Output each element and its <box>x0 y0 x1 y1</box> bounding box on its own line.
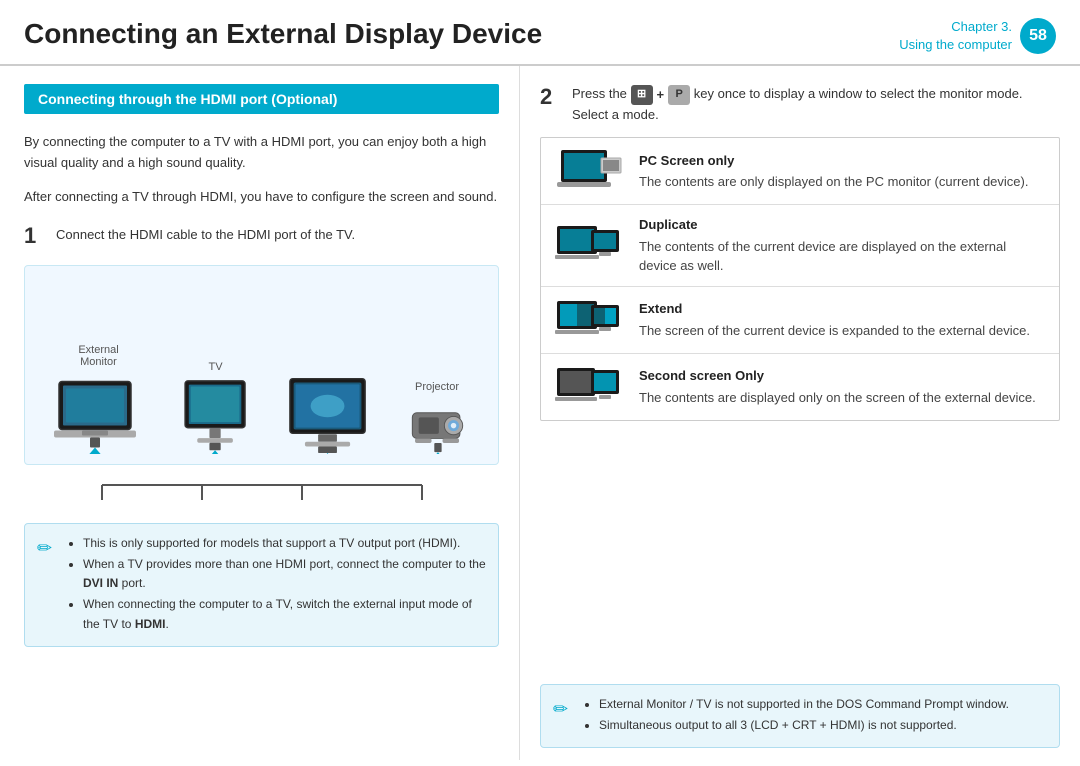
device-tv: HDMI <box>288 368 368 454</box>
left-note-item-3: When connecting the computer to a TV, sw… <box>83 595 486 633</box>
left-note-item-1: This is only supported for models that s… <box>83 534 486 553</box>
step-1-text: Connect the HDMI cable to the HDMI port … <box>56 225 355 245</box>
chapter-info: Chapter 3. Using the computer 58 <box>899 18 1056 54</box>
pc-only-svg <box>555 148 623 194</box>
mode-name-pc-only: PC Screen only <box>639 151 1047 171</box>
mode-detail-extend: The screen of the current device is expa… <box>639 321 1047 341</box>
mode-detail-second-only: The contents are displayed only on the s… <box>639 388 1047 408</box>
mode-icon-second-only <box>553 364 625 410</box>
mode-desc-extend: Extend The screen of the current device … <box>639 299 1047 340</box>
step-2-text-before: Press the <box>572 86 627 101</box>
step-1-number: 1 <box>24 225 46 247</box>
right-note-box: ✏ External Monitor / TV is not supported… <box>540 684 1060 748</box>
left-note-item-2: When a TV provides more than one HDMI po… <box>83 555 486 593</box>
mode-desc-duplicate: Duplicate The contents of the current de… <box>639 215 1047 276</box>
tv-icon: HDMI <box>288 374 368 454</box>
device-diagram: ExternalMonitor HDMI TV <box>24 265 499 465</box>
mode-icon-extend <box>553 297 625 343</box>
main-content: Connecting through the HDMI port (Option… <box>0 66 1080 760</box>
mode-detail-duplicate: The contents of the current device are d… <box>639 237 1047 276</box>
right-note-item-1: External Monitor / TV is not supported i… <box>599 695 1009 714</box>
mode-row-extend: Extend The screen of the current device … <box>541 287 1059 354</box>
chapter-label: Chapter 3. <box>899 18 1012 36</box>
step-2-content: Press the ⊞ + P key once to display a wi… <box>572 84 1060 125</box>
step-2: 2 Press the ⊞ + P key once to display a … <box>540 84 1060 125</box>
duplicate-svg <box>555 222 623 268</box>
device-laptop: ExternalMonitor HDMI <box>54 344 144 454</box>
p-key: P <box>668 85 690 105</box>
mode-name-duplicate: Duplicate <box>639 215 1047 235</box>
key-combo: ⊞ + P <box>631 85 691 105</box>
page-title: Connecting an External Display Device <box>24 18 542 50</box>
mode-icon-duplicate <box>553 222 625 268</box>
step-1: 1 Connect the HDMI cable to the HDMI por… <box>24 225 499 247</box>
mode-name-second-only: Second screen Only <box>639 366 1047 386</box>
device-monitor: TV HDMI <box>181 361 251 454</box>
connector-line <box>42 475 482 505</box>
right-note-content: External Monitor / TV is not supported i… <box>583 695 1009 737</box>
section-heading: Connecting through the HDMI port (Option… <box>24 84 499 114</box>
device-label-monitor: TV <box>208 361 222 373</box>
mode-row-duplicate: Duplicate The contents of the current de… <box>541 205 1059 287</box>
mode-icon-pc-only <box>553 148 625 194</box>
device-label-laptop: ExternalMonitor <box>78 344 118 368</box>
note-icon-left: ✏ <box>37 534 59 636</box>
note-icon-right: ✏ <box>553 695 575 737</box>
extend-svg <box>555 297 623 343</box>
mode-detail-pc-only: The contents are only displayed on the P… <box>639 172 1047 192</box>
plus-sign: + <box>657 85 665 105</box>
intro-text-2: After connecting a TV through HDMI, you … <box>24 187 499 207</box>
page-header: Connecting an External Display Device Ch… <box>0 0 1080 66</box>
device-projector: Projector HDMI <box>405 381 470 454</box>
page-number: 58 <box>1020 18 1056 54</box>
left-column: Connecting through the HDMI port (Option… <box>0 66 520 760</box>
mode-row-second-only: Second screen Only The contents are disp… <box>541 354 1059 420</box>
right-column: 2 Press the ⊞ + P key once to display a … <box>520 66 1080 760</box>
second-only-svg <box>555 364 623 410</box>
monitor-icon: HDMI <box>181 379 251 454</box>
windows-key: ⊞ <box>631 85 653 105</box>
right-note-item-2: Simultaneous output to all 3 (LCD + CRT … <box>599 716 1009 735</box>
projector-icon: HDMI <box>405 399 470 454</box>
mode-name-extend: Extend <box>639 299 1047 319</box>
mode-desc-second-only: Second screen Only The contents are disp… <box>639 366 1047 407</box>
mode-row-pc-only: PC Screen only The contents are only dis… <box>541 138 1059 205</box>
laptop-icon: HDMI <box>54 374 144 454</box>
device-label-projector: Projector <box>415 381 459 393</box>
chapter-sub-label: Using the computer <box>899 36 1012 54</box>
mode-desc-pc-only: PC Screen only The contents are only dis… <box>639 151 1047 192</box>
left-note-box: ✏ This is only supported for models that… <box>24 523 499 647</box>
step-2-number: 2 <box>540 84 562 110</box>
intro-text-1: By connecting the computer to a TV with … <box>24 132 499 172</box>
mode-table: PC Screen only The contents are only dis… <box>540 137 1060 421</box>
left-note-content: This is only supported for models that s… <box>67 534 486 636</box>
